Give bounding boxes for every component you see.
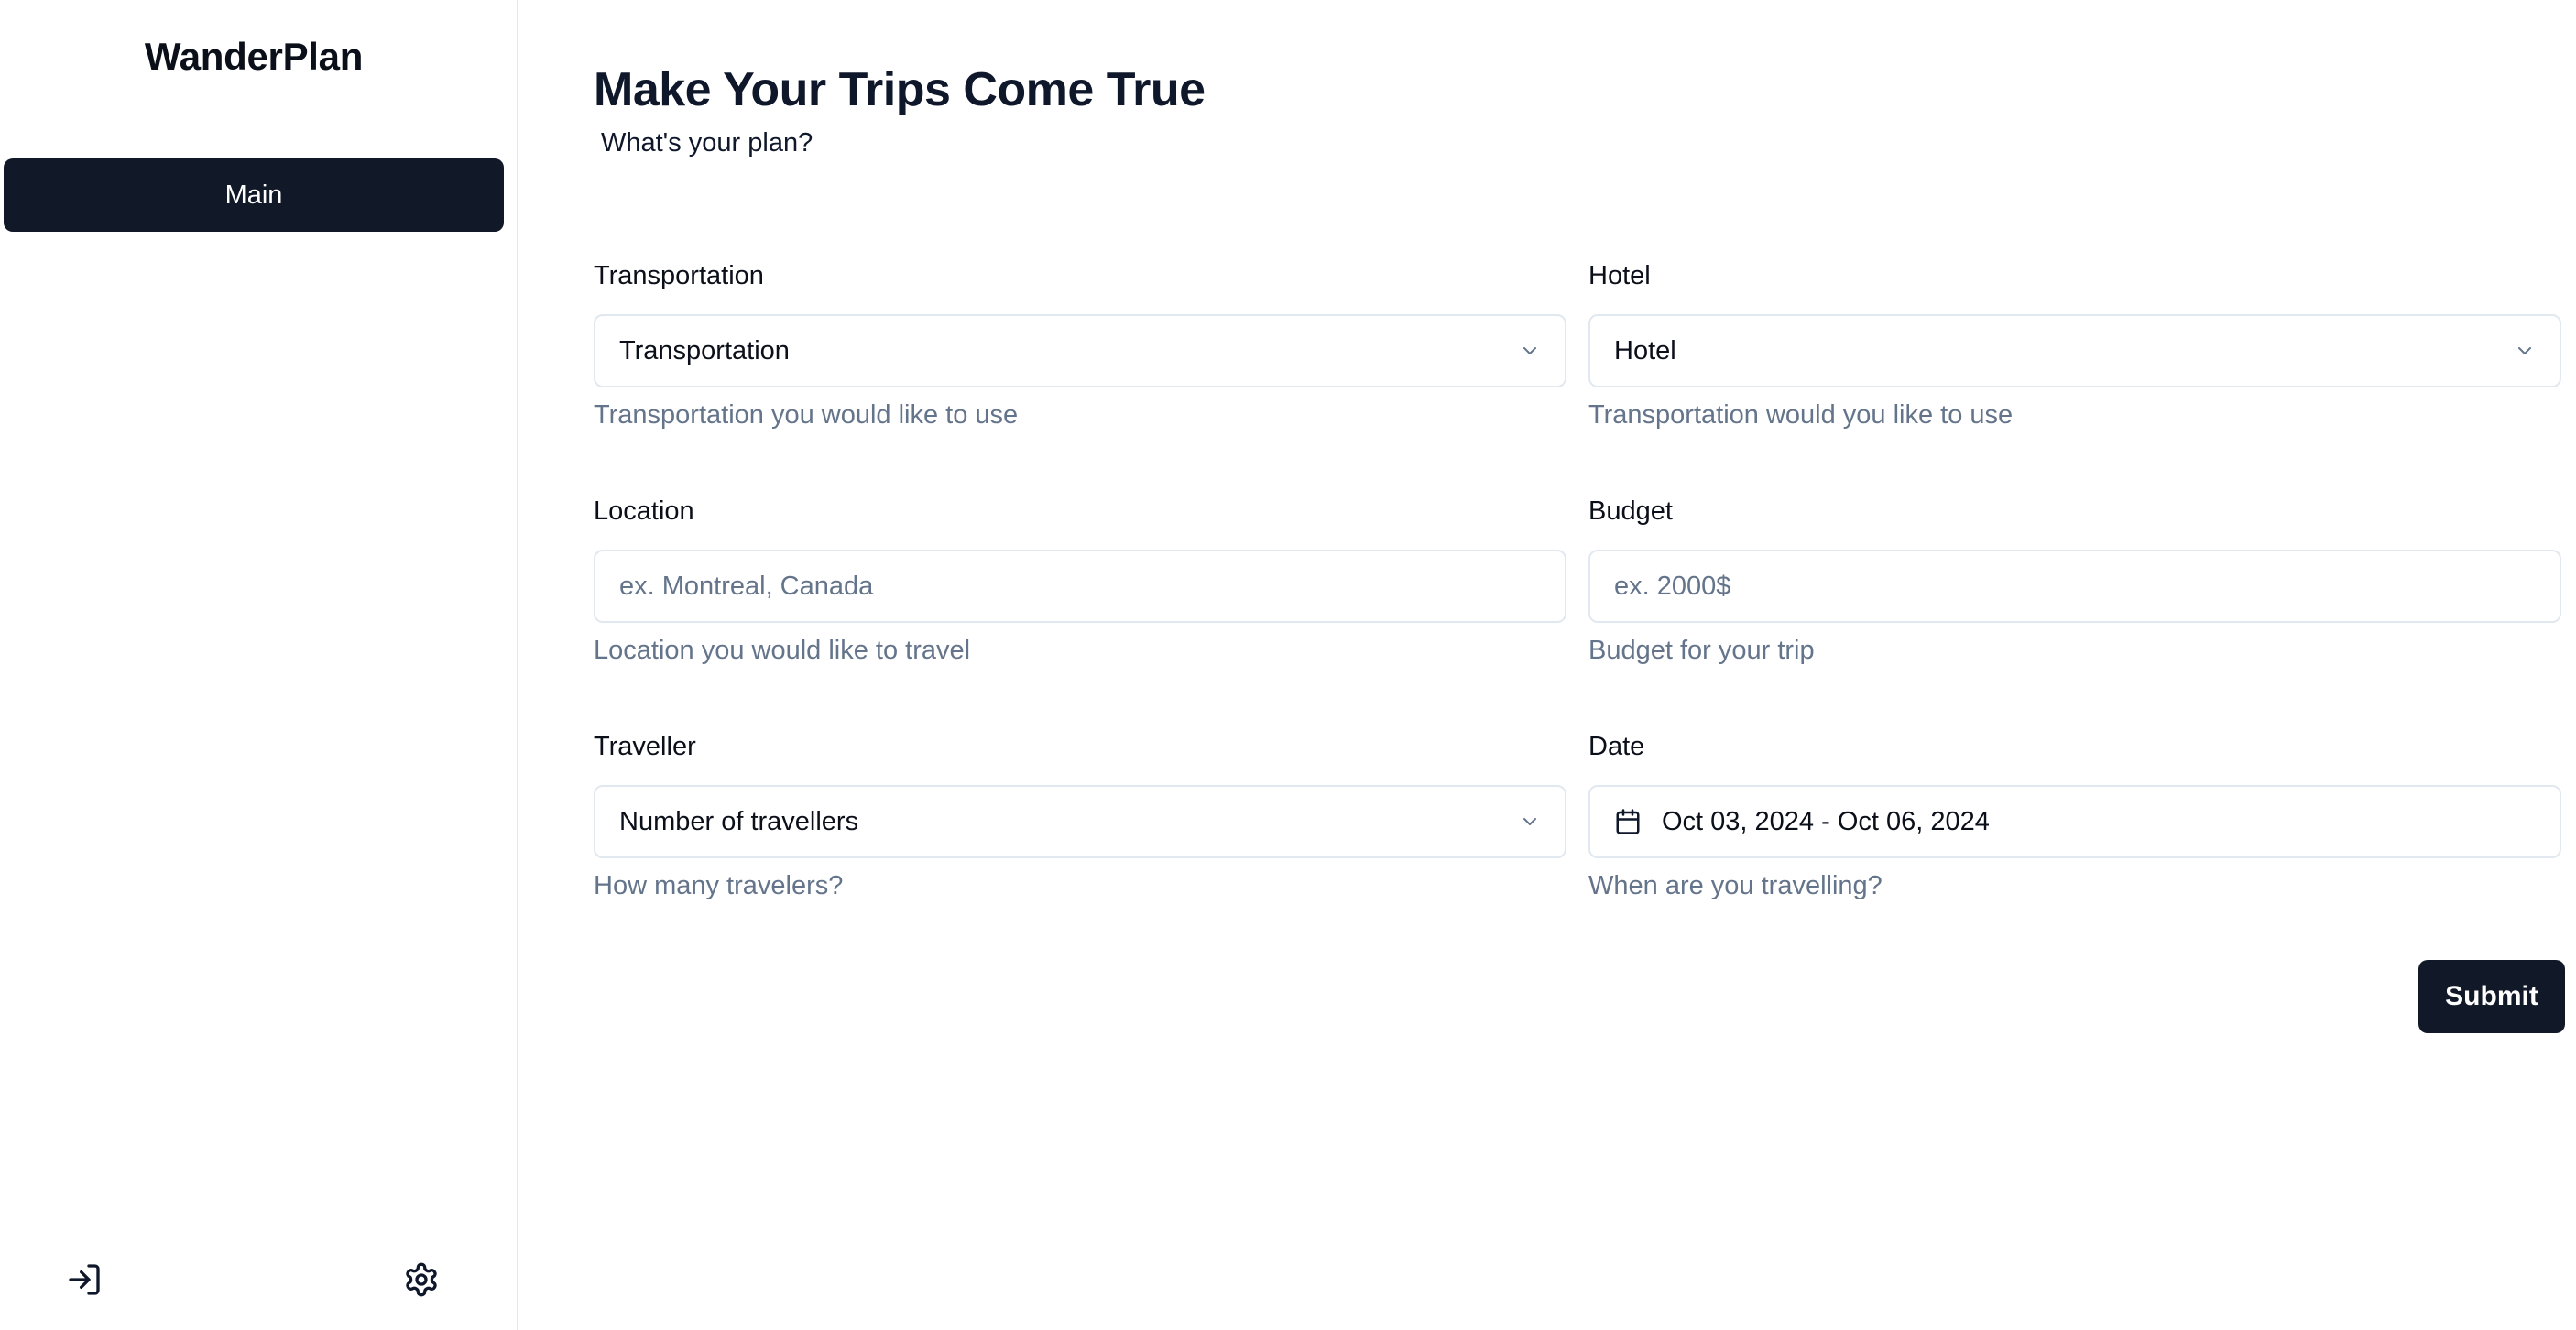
calendar-icon xyxy=(1614,808,1642,835)
hotel-select[interactable]: Hotel xyxy=(1588,314,2561,387)
date-range-value: Oct 03, 2024 - Oct 06, 2024 xyxy=(1662,806,1990,836)
hotel-selected-value: Hotel xyxy=(1614,335,1676,365)
transportation-select[interactable]: Transportation xyxy=(594,314,1566,387)
traveller-selected-value: Number of travellers xyxy=(619,806,859,836)
budget-placeholder: ex. 2000$ xyxy=(1614,571,1731,601)
date-help: When are you travelling? xyxy=(1588,871,1883,900)
gear-icon[interactable] xyxy=(401,1259,442,1300)
budget-label: Budget xyxy=(1588,496,1673,526)
chevron-down-icon xyxy=(2514,340,2536,362)
chevron-down-icon xyxy=(1519,811,1541,833)
traveller-help: How many travelers? xyxy=(594,871,844,900)
page-title: Make Your Trips Come True xyxy=(594,63,1206,116)
sidebar-item-main[interactable]: Main xyxy=(4,158,504,232)
chevron-down-icon xyxy=(1519,340,1541,362)
location-placeholder: ex. Montreal, Canada xyxy=(619,571,874,601)
location-input[interactable]: ex. Montreal, Canada xyxy=(594,550,1566,623)
submit-button[interactable]: Submit xyxy=(2418,960,2565,1033)
budget-help: Budget for your trip xyxy=(1588,636,1815,665)
main-content: Make Your Trips Come True What's your pl… xyxy=(518,0,2576,1330)
budget-input[interactable]: ex. 2000$ xyxy=(1588,550,2561,623)
brand-logo: WanderPlan xyxy=(144,35,364,78)
hotel-help: Transportation would you like to use xyxy=(1588,400,2014,430)
location-help: Location you would like to travel xyxy=(594,636,971,665)
app: WanderPlan Main Make Your Trips Come Tru… xyxy=(0,0,2576,1330)
hotel-label: Hotel xyxy=(1588,261,1651,290)
date-range-picker[interactable]: Oct 03, 2024 - Oct 06, 2024 xyxy=(1588,785,2561,858)
sidebar: WanderPlan Main xyxy=(0,0,518,1330)
date-label: Date xyxy=(1588,732,1645,761)
transportation-help: Transportation you would like to use xyxy=(594,400,1019,430)
login-icon[interactable] xyxy=(64,1259,104,1300)
location-label: Location xyxy=(594,496,694,526)
traveller-label: Traveller xyxy=(594,732,696,761)
traveller-select[interactable]: Number of travellers xyxy=(594,785,1566,858)
transportation-label: Transportation xyxy=(594,261,764,290)
page-subtitle: What's your plan? xyxy=(601,128,813,158)
transportation-selected-value: Transportation xyxy=(619,335,790,365)
